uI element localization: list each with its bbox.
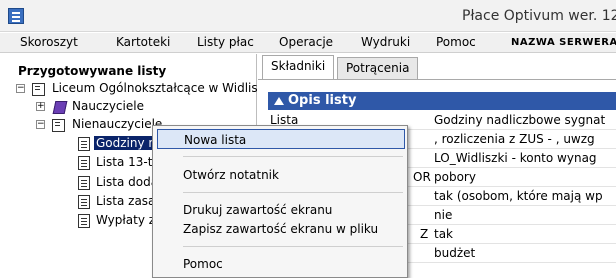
tree-item-label: Nauczyciele [72,99,144,113]
context-menu-separator [183,246,403,247]
property-value: tak [434,227,454,241]
menu-pomoc[interactable]: Pomoc [436,35,476,49]
menu-listy-plac[interactable]: Listy płac [197,35,254,49]
menu-skoroszyt[interactable]: Skoroszyt [20,35,78,49]
property-name: OR [413,170,431,184]
expand-icon[interactable]: + [36,102,45,111]
context-menu-separator [183,156,403,157]
context-menu-save-screen[interactable]: Zapisz zawartość ekranu w pliku [157,219,405,239]
property-value: budżet [434,246,476,260]
context-menu: Nowa lista Otwórz notatnik Drukuj zawart… [152,125,408,278]
app-icon [8,8,24,24]
menu-operacje[interactable]: Operacje [279,35,333,49]
context-menu-label: Otwórz notatnik [183,168,279,182]
menu-bar: Skoroszyt Kartoteki Listy płac Operacje … [0,33,616,53]
context-menu-open-notepad[interactable]: Otwórz notatnik [157,165,405,185]
tree-root[interactable]: − Liceum Ogólnokształcące w Widliszkach [16,80,292,98]
context-menu-label: Drukuj zawartość ekranu [183,203,333,217]
tab-divider [258,79,616,80]
list-document-icon [78,176,90,190]
property-value: Godziny nadliczbowe sygnat [434,113,606,127]
context-menu-print-screen[interactable]: Drukuj zawartość ekranu [157,200,405,220]
menu-kartoteki[interactable]: Kartoteki [116,35,170,49]
context-menu-help[interactable]: Pomoc [157,254,405,274]
list-document-icon [78,137,90,151]
menu-wydruki[interactable]: Wydruki [361,35,410,49]
tree-list-label: Wypłaty z [96,213,156,227]
tree-heading: Przygotowywane listy [18,64,167,78]
context-menu-separator [183,192,403,193]
list-document-icon [78,195,90,209]
property-value: tak (osobom, które mają wp [434,189,603,203]
tree-item-label: Nienauczyciele [72,117,163,131]
property-value: pobory [434,170,476,184]
property-value: LO_Widliszki - konto wynag [434,151,597,165]
context-menu-label: Zapisz zawartość ekranu w pliku [183,222,379,236]
list-document-icon [78,214,90,228]
context-menu-new-list[interactable]: Nowa lista [157,129,405,149]
section-header-opis-listy[interactable]: Opis listy [268,92,616,110]
collapse-icon[interactable]: − [16,84,25,93]
property-name: Z [420,227,429,241]
section-title: Opis listy [288,93,357,108]
property-value: nie [434,208,453,222]
title-bar: Płace Optivum wer. 12.0 [0,0,616,32]
tab-potracenia[interactable]: Potrącenia [337,57,419,79]
collapse-icon[interactable]: − [36,120,45,129]
window-title: Płace Optivum wer. 12.0 [462,8,616,24]
collapse-triangle-icon[interactable] [274,97,284,105]
tree-root-label: Liceum Ogólnokształcące w Widliszkach [52,81,293,95]
property-value: , rozliczenia z ZUS - , uwzg [434,132,595,146]
tab-skladniki[interactable]: Składniki [262,55,335,79]
server-name-label: NAZWA SERWERA: [511,37,616,48]
context-menu-label: Pomoc [183,257,223,271]
staff-icon [51,118,65,132]
teachers-icon [52,100,66,113]
list-document-icon [78,156,90,170]
context-menu-label: Nowa lista [184,133,247,147]
school-icon [31,82,45,96]
